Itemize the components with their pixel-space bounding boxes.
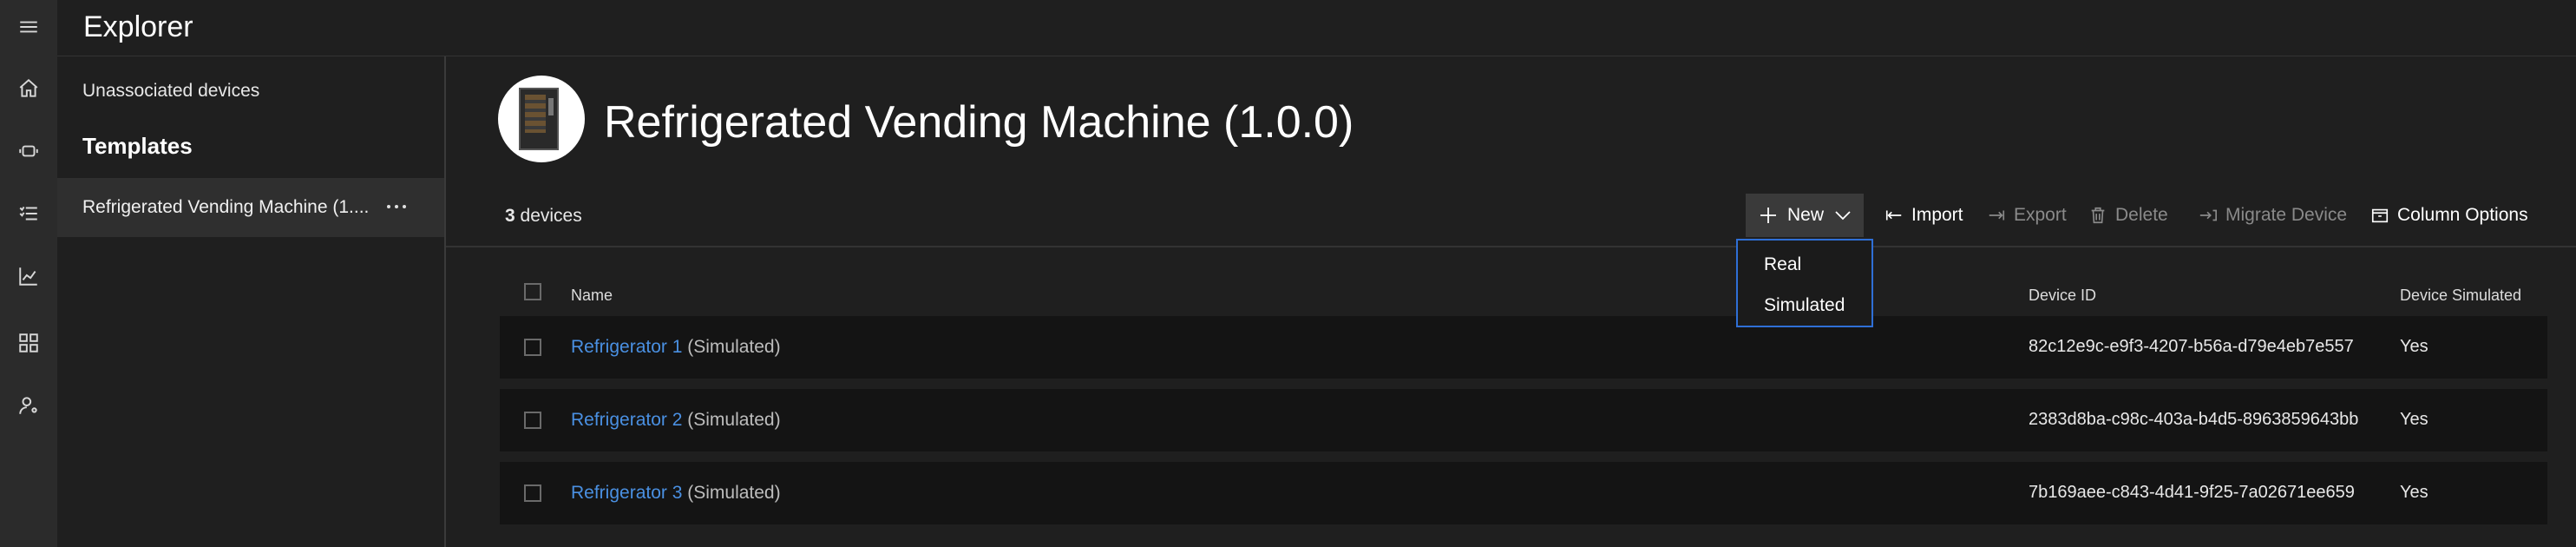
- home-icon[interactable]: [11, 71, 46, 106]
- menu-item-simulated[interactable]: Simulated: [1764, 295, 1845, 316]
- device-id-cell: 2383d8ba-c98c-403a-b4d5-8963859643bb: [2029, 410, 2359, 429]
- device-id-cell: 7b169aee-c843-4d41-9f25-7a02671ee659: [2029, 483, 2355, 502]
- vending-machine-icon: [519, 88, 559, 150]
- column-header-device-id[interactable]: Device ID: [2029, 287, 2096, 305]
- menu-item-real[interactable]: Real: [1764, 254, 1801, 275]
- chart-icon[interactable]: [11, 259, 46, 293]
- unassociated-devices-link[interactable]: Unassociated devices: [82, 81, 259, 102]
- column-header-device-simulated[interactable]: Device Simulated: [2400, 287, 2521, 305]
- column-options-button[interactable]: Column Options: [2370, 185, 2528, 246]
- icon-rail: [0, 0, 58, 547]
- row-checkbox[interactable]: [524, 339, 541, 356]
- device-link[interactable]: Refrigerator 1: [571, 337, 682, 357]
- migrate-label: Migrate Device: [2225, 205, 2348, 225]
- top-bar: Explorer: [57, 0, 2576, 56]
- table-row[interactable]: Refrigerator 2 (Simulated) 2383d8ba-c98c…: [500, 389, 2547, 451]
- device-link[interactable]: Refrigerator 2: [571, 410, 682, 430]
- new-button-label: New: [1787, 205, 1825, 225]
- column-header-name[interactable]: Name: [571, 287, 613, 305]
- page-title: Refrigerated Vending Machine (1.0.0): [604, 97, 1354, 148]
- import-button[interactable]: Import: [1884, 185, 1963, 246]
- device-icon[interactable]: [11, 134, 46, 168]
- device-name-cell: Refrigerator 3 (Simulated): [571, 483, 781, 504]
- export-label: Export: [2014, 205, 2067, 225]
- simulated-suffix: (Simulated): [687, 483, 781, 503]
- device-simulated-cell: Yes: [2400, 483, 2429, 502]
- migrate-icon: [2199, 209, 2217, 221]
- chevron-down-icon: [1835, 211, 1851, 221]
- new-dropdown-menu: Real Simulated: [1736, 239, 1873, 327]
- device-count: 3 devices: [505, 206, 582, 227]
- toolbar: 3 devices New Import Export Delete Migra…: [446, 185, 2576, 247]
- template-item-label: Refrigerated Vending Machine (1....: [82, 197, 369, 217]
- delete-button[interactable]: Delete: [2088, 185, 2168, 246]
- dashboard-icon[interactable]: [11, 326, 46, 360]
- template-image: [498, 76, 585, 162]
- migrate-device-button[interactable]: Migrate Device: [2199, 185, 2347, 246]
- device-simulated-cell: Yes: [2400, 410, 2429, 429]
- templates-heading: Templates: [82, 133, 193, 159]
- nav-panel: Unassociated devices Templates Refrigera…: [57, 56, 446, 547]
- table-header: Name Device ID Device Simulated: [500, 280, 2547, 313]
- table-row[interactable]: Refrigerator 3 (Simulated) 7b169aee-c843…: [500, 462, 2547, 524]
- table-row[interactable]: Refrigerator 1 (Simulated) 82c12e9c-e9f3…: [500, 316, 2547, 379]
- device-count-number: 3: [505, 206, 515, 226]
- device-link[interactable]: Refrigerator 3: [571, 483, 682, 503]
- column-options-label: Column Options: [2397, 205, 2528, 225]
- import-icon: [1885, 210, 1902, 221]
- device-name-cell: Refrigerator 1 (Simulated): [571, 337, 781, 358]
- export-button[interactable]: Export: [1987, 185, 2067, 246]
- checklist-icon[interactable]: [11, 196, 46, 231]
- user-settings-icon[interactable]: [11, 388, 46, 423]
- column-options-icon: [2371, 208, 2389, 223]
- trash-icon: [2091, 207, 2105, 224]
- plus-icon: [1760, 208, 1776, 223]
- new-button[interactable]: New: [1746, 194, 1864, 237]
- device-simulated-cell: Yes: [2400, 337, 2429, 356]
- delete-label: Delete: [2115, 205, 2168, 225]
- device-name-cell: Refrigerator 2 (Simulated): [571, 410, 781, 431]
- import-label: Import: [1911, 205, 1963, 225]
- template-item-selected[interactable]: Refrigerated Vending Machine (1....: [57, 178, 444, 237]
- row-checkbox[interactable]: [524, 484, 541, 502]
- export-icon: [1989, 210, 2005, 221]
- simulated-suffix: (Simulated): [687, 337, 781, 357]
- menu-icon[interactable]: [11, 10, 46, 44]
- more-options-icon[interactable]: [382, 194, 411, 220]
- app-title: Explorer: [83, 10, 193, 43]
- select-all-checkbox[interactable]: [524, 283, 541, 300]
- device-id-cell: 82c12e9c-e9f3-4207-b56a-d79e4eb7e557: [2029, 337, 2354, 356]
- device-count-suffix: devices: [515, 206, 582, 226]
- simulated-suffix: (Simulated): [687, 410, 781, 430]
- template-header: Refrigerated Vending Machine (1.0.0): [446, 56, 2576, 187]
- row-checkbox[interactable]: [524, 412, 541, 429]
